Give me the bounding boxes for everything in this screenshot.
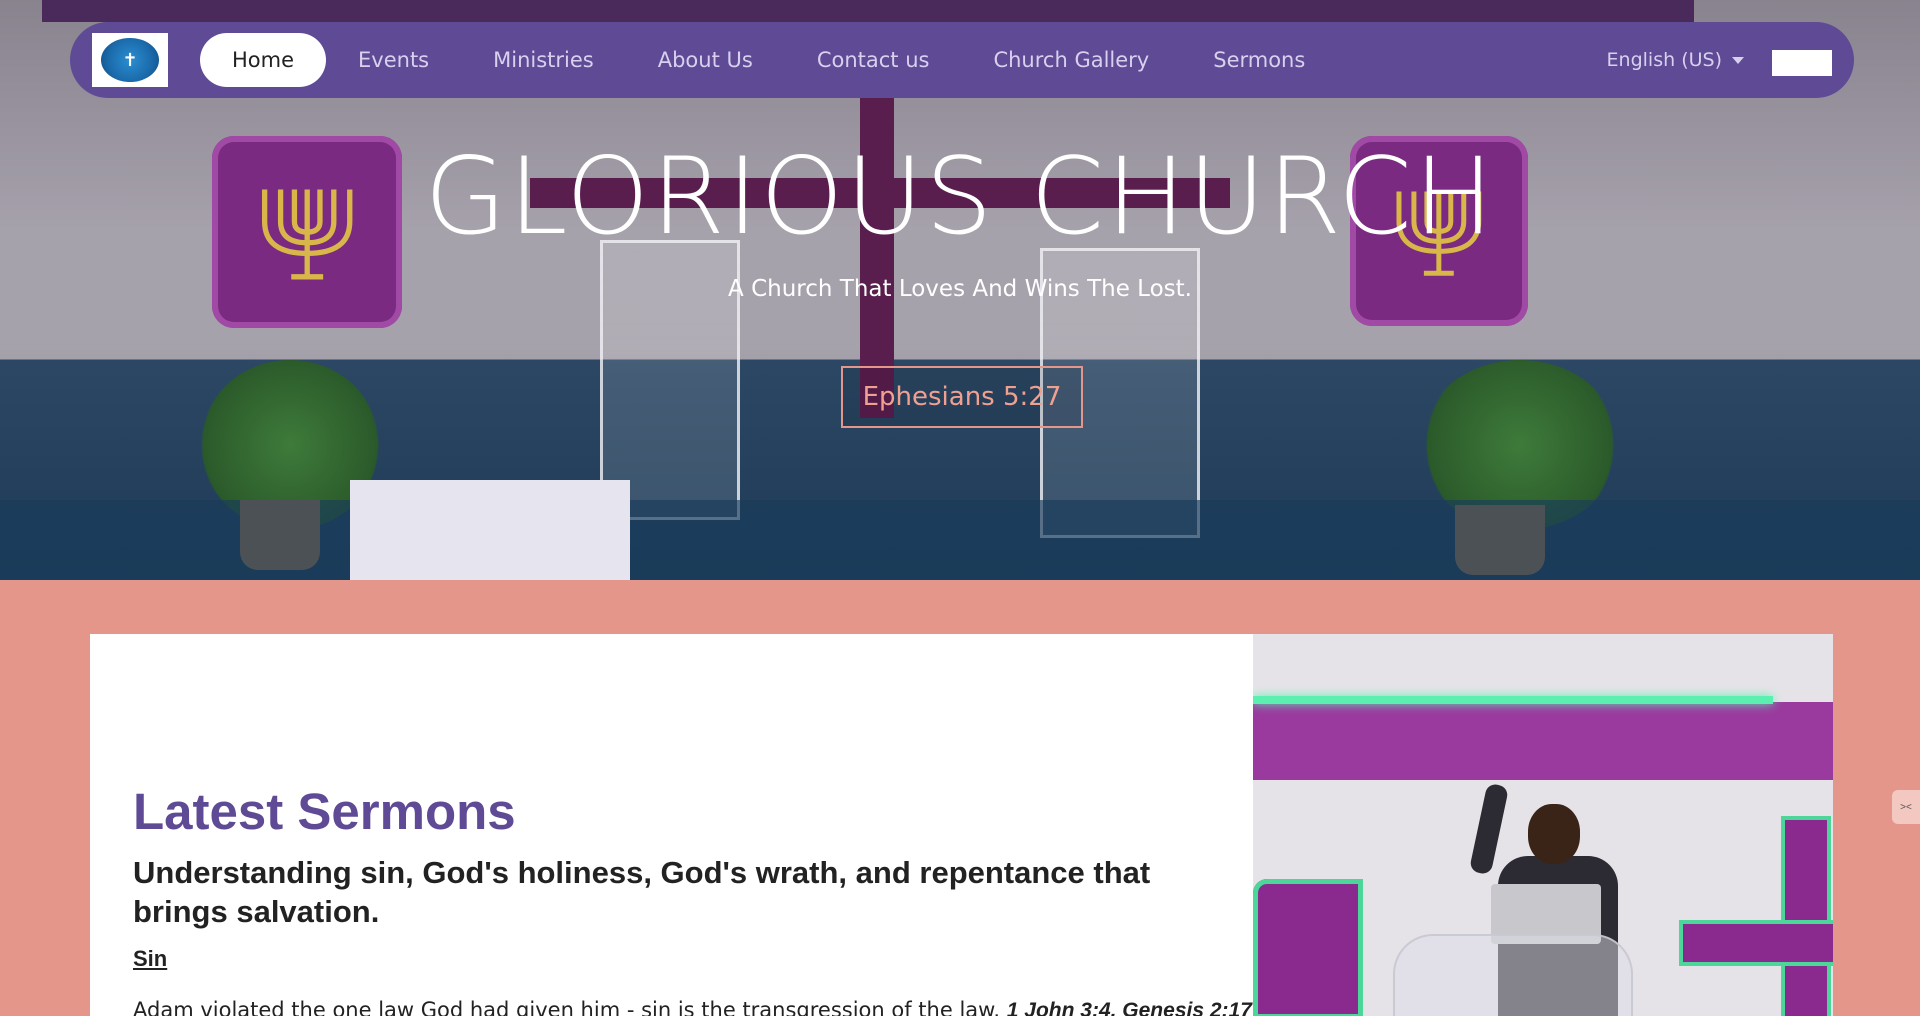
church-logo[interactable]: ✝	[92, 33, 168, 87]
altar-box	[350, 480, 630, 580]
section-title: Latest Sermons	[133, 783, 516, 840]
photo-cross-horizontal	[1683, 924, 1833, 962]
photo-band	[1253, 702, 1833, 780]
photo-cross-vertical	[1785, 820, 1827, 1016]
nav-contact-us[interactable]: Contact us	[785, 33, 962, 87]
stage	[0, 500, 1920, 580]
sermon-body-refs: 1 John 3:4, Genesis 2:17	[1006, 999, 1252, 1016]
preacher-arm	[1468, 782, 1510, 876]
nav-blank-button[interactable]	[1772, 50, 1832, 76]
hero-subtitle: A Church That Loves And Wins The Lost.	[728, 276, 1192, 302]
sermon-photo	[1253, 634, 1833, 1016]
sermon-subheading[interactable]: Sin	[133, 946, 167, 972]
nav-sermons[interactable]: Sermons	[1181, 33, 1337, 87]
sermon-headline: Understanding sin, God's holiness, God's…	[133, 855, 1151, 929]
side-widget-tab[interactable]: ><	[1892, 790, 1920, 824]
latest-sermons-card: Latest Sermons Understanding sin, God's …	[90, 634, 1253, 1016]
cross-icon: ✝	[101, 38, 159, 82]
main-nav: ✝ Home Events Ministries About Us Contac…	[70, 22, 1854, 98]
photo-menorah-panel	[1253, 879, 1363, 1016]
sermon-body: Adam violated the one law God had given …	[133, 998, 1252, 1016]
verse-button[interactable]: Ephesians 5:27	[841, 366, 1083, 428]
chevron-down-icon	[1732, 56, 1744, 64]
podium	[1393, 934, 1633, 1016]
nav-home[interactable]: Home	[200, 33, 327, 87]
hero-title: GLORIOUS CHURCH	[424, 135, 1496, 258]
sermon-body-text: Adam violated the one law God had given …	[133, 998, 1001, 1016]
nav-about-us[interactable]: About Us	[626, 33, 785, 87]
nav-church-gallery[interactable]: Church Gallery	[961, 33, 1181, 87]
photo-glow	[1253, 696, 1773, 704]
language-selector[interactable]: English (US)	[1607, 22, 1744, 98]
language-label: English (US)	[1606, 49, 1722, 71]
nav-events[interactable]: Events	[326, 33, 461, 87]
nav-ministries[interactable]: Ministries	[461, 33, 626, 87]
top-strip	[42, 0, 1694, 22]
preacher-head	[1528, 804, 1580, 864]
